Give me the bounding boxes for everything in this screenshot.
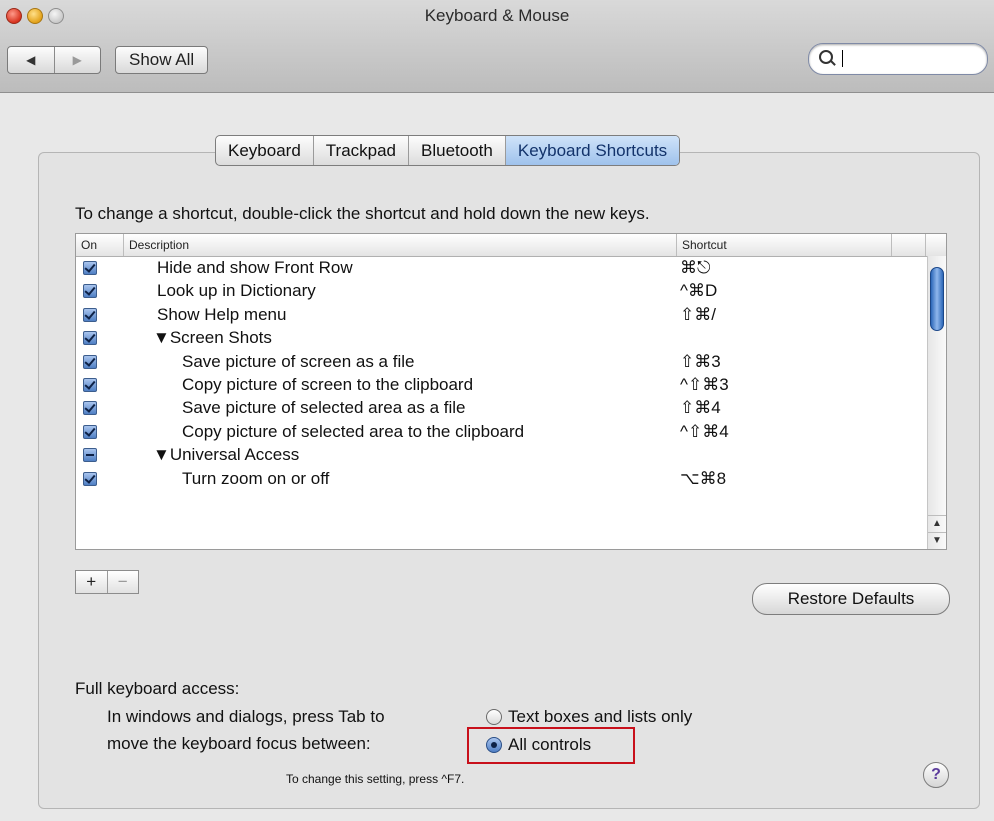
row-description: Look up in Dictionary [157,281,316,301]
instructions-text: To change a shortcut, double-click the s… [75,204,650,223]
row-shortcut[interactable]: ⌥⌘8 [680,469,726,489]
checkbox-checked-icon[interactable] [83,471,97,486]
row-shortcut[interactable]: ^⌘D [680,281,717,301]
text-caret [842,50,843,67]
row-shortcut[interactable]: ⇧⌘3 [680,352,721,372]
column-header-on[interactable]: On [76,234,124,256]
checkbox-checked-icon[interactable] [83,401,97,416]
table-row[interactable]: Save picture of selected area as a file ⇧… [76,396,926,419]
column-header-shortcut[interactable]: Shortcut [677,234,892,256]
table-row[interactable]: Copy picture of selected area to the cli… [76,420,926,443]
scroll-down-arrow-icon[interactable]: ▼ [928,532,946,549]
table-row[interactable]: Copy picture of screen to the clipboard ^… [76,373,926,396]
checkbox-checked-icon[interactable] [83,284,97,299]
add-shortcut-button[interactable]: + [76,571,107,593]
back-forward-control: ◀ ▶ [7,46,101,74]
back-arrow-icon: ◀ [26,53,36,67]
scroll-up-arrow-icon[interactable]: ▲ [928,515,946,532]
checkbox-checked-icon[interactable] [83,331,97,346]
radio-button-icon [486,709,502,725]
keyboard-access-description-line2: move the keyboard focus between: [107,734,371,753]
table-row[interactable]: Save picture of screen as a file ⇧⌘3 [76,350,926,373]
tab-keyboard-shortcuts[interactable]: Keyboard Shortcuts [505,136,680,165]
row-description: Copy picture of screen to the clipboard [182,374,474,394]
row-description: Copy picture of selected area to the cli… [182,421,525,441]
table-row[interactable]: Turn zoom on or off ⌥⌘8 [76,467,926,490]
tab-trackpad[interactable]: Trackpad [314,136,410,165]
row-shortcut[interactable]: ^⇧⌘3 [680,375,729,395]
scrollbar-thumb[interactable] [930,267,944,331]
table-header: On Description Shortcut [76,234,946,257]
keyboard-access-description-line1: In windows and dialogs, press Tab to [107,707,385,726]
row-shortcut[interactable]: ⇧⌘/ [680,305,716,325]
checkbox-checked-icon[interactable] [83,261,97,275]
table-row[interactable]: Show Help menu ⇧⌘/ [76,303,926,326]
row-description: ▼Universal Access [153,445,300,465]
annotation-highlight-box [467,727,635,764]
row-description: Save picture of selected area as a file [182,398,466,418]
row-description: Turn zoom on or off [182,468,330,488]
preferences-window: Keyboard & Mouse ◀ ▶ Show All Keyboard T… [0,0,994,821]
forward-arrow-icon: ▶ [72,53,82,67]
tab-keyboard[interactable]: Keyboard [216,136,314,165]
row-shortcut[interactable]: ⌘⎋ [680,258,710,278]
shortcuts-table[interactable]: On Description Shortcut Hide and show Fr… [75,233,947,550]
checkbox-checked-icon[interactable] [83,307,97,322]
column-header-extra [892,234,926,256]
row-description: ▼Screen Shots [153,328,272,348]
table-row[interactable]: Hide and show Front Row ⌘⎋ [76,256,926,279]
row-description: Save picture of screen as a file [182,351,415,371]
show-all-button[interactable]: Show All [115,46,209,74]
column-header-description[interactable]: Description [124,234,677,256]
remove-shortcut-button[interactable]: − [106,571,139,593]
checkbox-checked-icon[interactable] [83,377,97,392]
radio-label: Text boxes and lists only [508,707,693,726]
table-row[interactable]: ▼Screen Shots [76,326,926,349]
vertical-scrollbar[interactable]: ▲ ▼ [927,256,946,549]
add-remove-control: + − [75,570,139,594]
question-mark-icon: ? [931,766,941,783]
row-shortcut[interactable]: ^⇧⌘4 [680,422,729,442]
search-field[interactable] [808,43,988,75]
checkbox-checked-icon[interactable] [83,354,97,369]
forward-button[interactable]: ▶ [53,47,101,73]
search-icon [819,50,833,64]
checkbox-checked-icon[interactable] [83,424,97,439]
window-title: Keyboard & Mouse [424,6,570,25]
tab-bluetooth[interactable]: Bluetooth [409,136,506,165]
mixed-checkbox-icon[interactable] [83,448,97,463]
table-row[interactable]: ▼Universal Access [76,443,926,466]
row-shortcut[interactable]: ⇧⌘4 [680,398,721,418]
radio-text-boxes-and-lists-only[interactable]: Text boxes and lists only [486,707,692,727]
table-row[interactable]: Look up in Dictionary ^⌘D [76,279,926,302]
keyboard-access-hint: To change this setting, press ^F7. [286,772,465,786]
row-description: Show Help menu [157,304,287,324]
help-button[interactable]: ? [923,762,949,788]
back-button[interactable]: ◀ [8,47,54,73]
restore-defaults-button[interactable]: Restore Defaults [752,583,950,615]
full-keyboard-access-label: Full keyboard access: [75,679,240,698]
title-bar: Keyboard & Mouse ◀ ▶ Show All [0,0,994,93]
row-description: Hide and show Front Row [157,258,353,277]
table-rows: Hide and show Front Row ⌘⎋ Look up in Dict… [76,256,926,490]
tab-bar: Keyboard Trackpad Bluetooth Keyboard Sho… [215,135,681,166]
